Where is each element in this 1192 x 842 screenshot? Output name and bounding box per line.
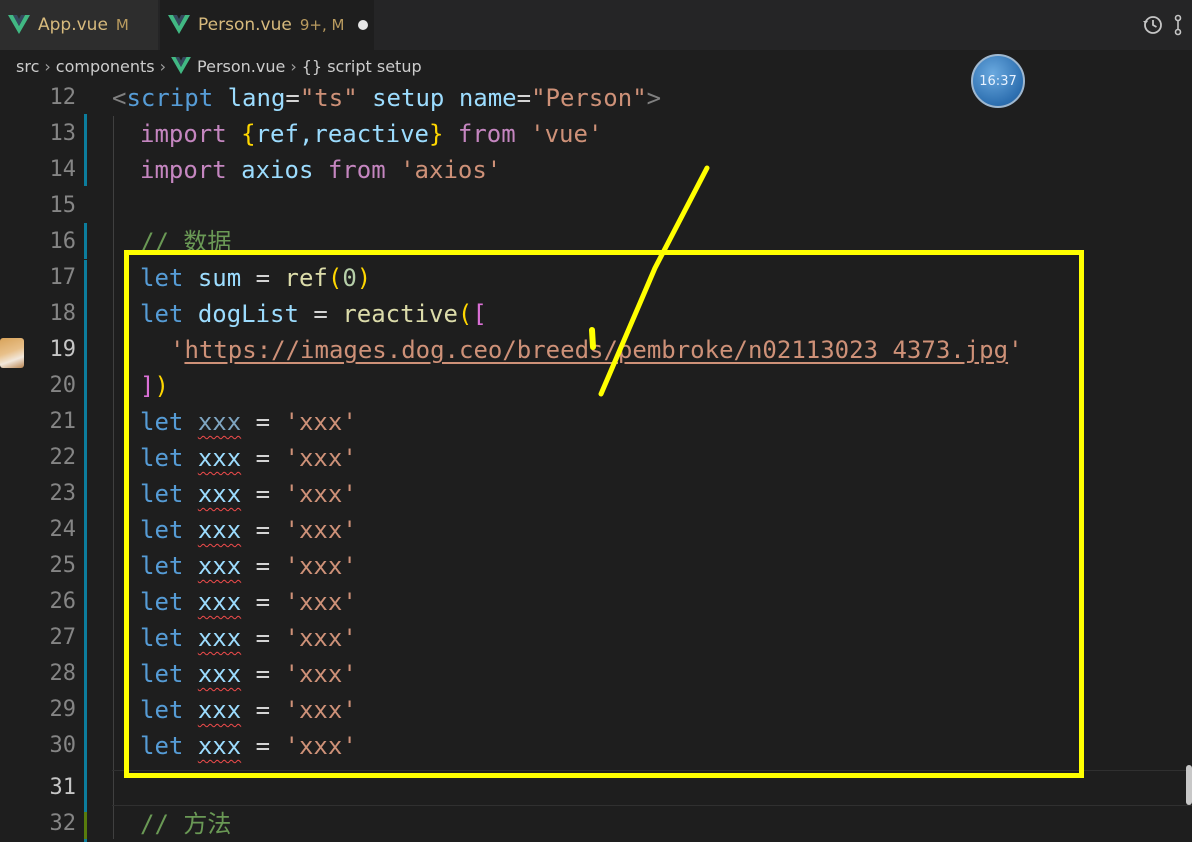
annotation-pen-strokes	[589, 165, 710, 397]
annotation-slash-stroke	[598, 165, 710, 397]
annotation-tick-stroke	[589, 327, 596, 350]
scrollbar-thumb[interactable]	[1186, 765, 1192, 805]
